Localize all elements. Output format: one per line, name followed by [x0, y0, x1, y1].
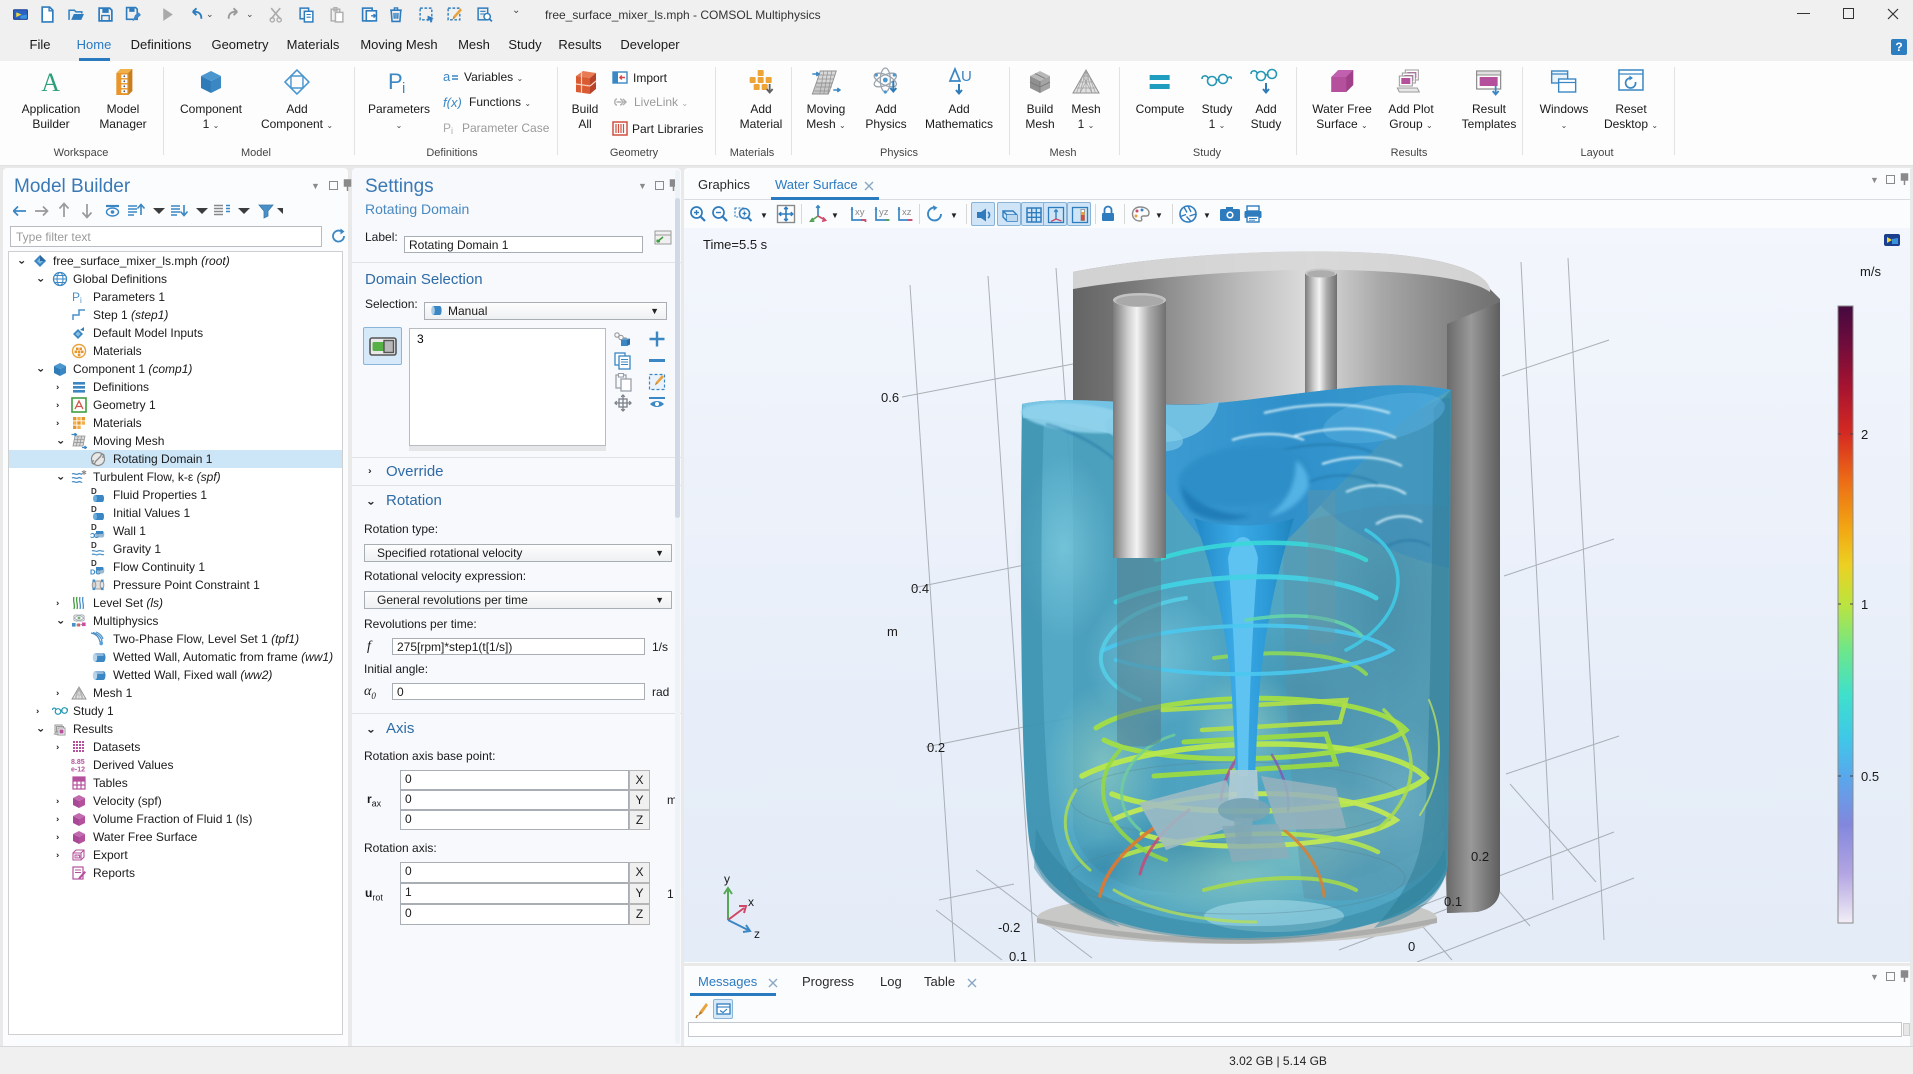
svg-text:-0.2: -0.2 — [998, 920, 1020, 935]
svg-text:0.1: 0.1 — [1009, 949, 1027, 962]
svg-text:yz: yz — [879, 207, 889, 218]
svg-text:y: y — [724, 872, 730, 886]
svg-text:a: a — [443, 70, 451, 84]
svg-text:0.4: 0.4 — [911, 581, 929, 596]
svg-text:0.2: 0.2 — [1471, 849, 1489, 864]
svg-text:m/s: m/s — [1860, 264, 1881, 279]
svg-text:P: P — [388, 69, 403, 94]
svg-text:P: P — [443, 121, 451, 135]
svg-text:0.1: 0.1 — [1444, 894, 1462, 909]
svg-text:m: m — [887, 624, 898, 639]
svg-text:i: i — [451, 126, 453, 135]
svg-text:U: U — [961, 68, 972, 85]
svg-text:xz: xz — [902, 207, 912, 218]
svg-text:f(x): f(x) — [443, 95, 462, 109]
svg-text:i: i — [402, 80, 405, 97]
svg-text:0: 0 — [1408, 939, 1415, 954]
svg-text:2: 2 — [1861, 427, 1868, 442]
svg-text:1: 1 — [1861, 597, 1868, 612]
svg-text:z: z — [754, 927, 760, 941]
svg-text:Time=5.5 s: Time=5.5 s — [703, 237, 768, 252]
svg-text:0.5: 0.5 — [1861, 769, 1879, 784]
svg-text:0.2: 0.2 — [927, 740, 945, 755]
svg-text:xy: xy — [855, 207, 865, 218]
svg-text:x: x — [748, 895, 754, 909]
svg-text:A: A — [42, 68, 61, 97]
svg-text:0.6: 0.6 — [881, 390, 899, 405]
